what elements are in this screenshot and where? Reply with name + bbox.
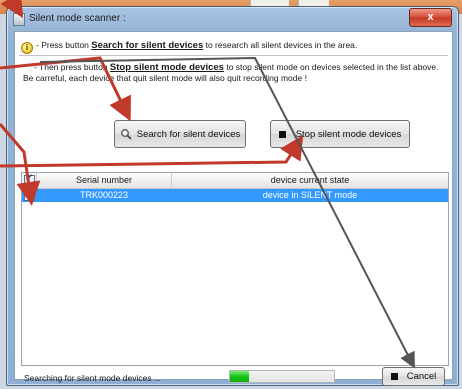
cancel-button[interactable]: Cancel bbox=[382, 367, 445, 386]
progress-fill bbox=[230, 371, 249, 382]
separator bbox=[19, 55, 448, 56]
magnifier-icon bbox=[120, 129, 132, 140]
cancel-button-label: Cancel bbox=[406, 371, 437, 382]
column-header-serial[interactable]: Serial number bbox=[37, 173, 172, 188]
instruction-button-ref: Search for silent devices bbox=[91, 40, 204, 51]
window-app-icon bbox=[13, 13, 25, 26]
devices-list[interactable]: Serial number device current state TRK00… bbox=[21, 172, 449, 366]
row-serial-number: TRK000223 bbox=[79, 190, 129, 200]
instruction-line-1: i- Press button Search for silent device… bbox=[21, 40, 357, 54]
search-button-label: Search for silent devices bbox=[136, 128, 241, 140]
progress-bar bbox=[229, 370, 335, 383]
instruction-text: - Then press button bbox=[34, 62, 110, 72]
stop-square-icon bbox=[278, 130, 286, 138]
search-silent-devices-button[interactable]: Search for silent devices bbox=[114, 120, 246, 148]
silent-mode-scanner-window: Silent mode scanner : x i- Press button … bbox=[6, 6, 459, 386]
select-all-checkbox[interactable] bbox=[24, 173, 35, 186]
column-header-state[interactable]: device current state bbox=[172, 173, 448, 188]
status-text: Searching for silent mode devices ... bbox=[24, 373, 162, 383]
select-all-cell[interactable] bbox=[22, 173, 37, 188]
instruction-button-ref: Stop silent mode devices bbox=[109, 62, 224, 73]
dialog-client-area: i- Press button Search for silent device… bbox=[14, 31, 453, 386]
row-checkbox[interactable] bbox=[24, 188, 35, 201]
stop-silent-mode-button[interactable]: Stop silent mode devices bbox=[270, 120, 410, 148]
instruction-text: - Press button bbox=[36, 40, 92, 50]
stop-button-label: Stop silent mode devices bbox=[295, 128, 402, 140]
info-icon: i bbox=[21, 42, 33, 54]
instruction-text: to stop silent mode on devices selected … bbox=[223, 62, 439, 72]
instruction-line-2: - Then press button Stop silent mode dev… bbox=[34, 62, 438, 73]
devices-list-header: Serial number device current state bbox=[22, 173, 448, 189]
warning-line: Be carreful, each device that quit silen… bbox=[23, 73, 307, 83]
stop-square-icon bbox=[390, 373, 398, 380]
row-device-state: device in SILENT mode bbox=[262, 190, 358, 200]
close-button[interactable]: x bbox=[409, 8, 452, 27]
window-title: Silent mode scanner : bbox=[29, 13, 126, 24]
table-row[interactable]: TRK000223 device in SILENT mode bbox=[22, 188, 448, 202]
instruction-text: to research all silent devices in the ar… bbox=[203, 40, 358, 50]
title-bar: Silent mode scanner : x bbox=[7, 7, 458, 31]
